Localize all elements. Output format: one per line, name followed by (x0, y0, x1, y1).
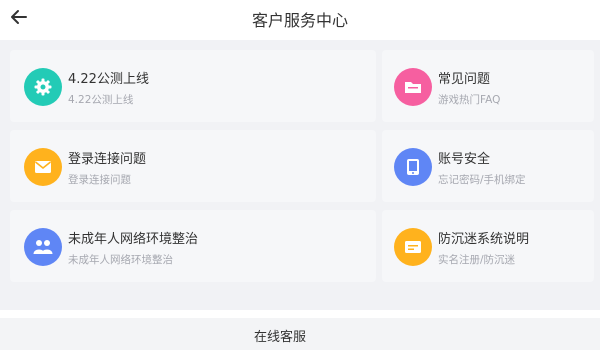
card-subtitle: 实名注册/防沉迷 (438, 254, 516, 266)
card-public-beta[interactable]: 4.22公测上线 4.22公测上线 (10, 50, 376, 122)
card-subtitle: 4.22公测上线 (68, 94, 134, 106)
service-panel: 4.22公测上线 4.22公测上线 常见问题 游戏热门FAQ 登录连接问题 登录… (0, 40, 600, 310)
mail-icon (24, 148, 62, 186)
card-title: 账号安全 (438, 152, 491, 167)
card-faq[interactable]: 常见问题 游戏热门FAQ (382, 50, 594, 122)
card-title: 未成年人网络环境整治 (68, 232, 199, 247)
top-bar: 客户服务中心 (0, 0, 600, 38)
folder-icon (394, 68, 432, 106)
card-title: 常见问题 (438, 72, 491, 87)
card-subtitle: 登录连接问题 (68, 174, 131, 186)
online-support-label: 在线客服 (253, 330, 306, 345)
card-minor-protection[interactable]: 未成年人网络环境整治 未成年人网络环境整治 (10, 210, 376, 282)
id-card-icon (394, 228, 432, 266)
card-subtitle: 忘记密码/手机绑定 (438, 174, 526, 186)
card-subtitle: 游戏热门FAQ (438, 94, 501, 106)
card-account-security[interactable]: 账号安全 忘记密码/手机绑定 (382, 130, 594, 202)
card-title: 防沉迷系统说明 (438, 232, 530, 247)
page-title: 客户服务中心 (251, 11, 348, 30)
gear-icon (24, 68, 62, 106)
card-title: 登录连接问题 (68, 152, 147, 167)
card-subtitle: 未成年人网络环境整治 (68, 254, 173, 266)
card-anti-addiction[interactable]: 防沉迷系统说明 实名注册/防沉迷 (382, 210, 594, 282)
card-title: 4.22公测上线 (68, 72, 149, 87)
tablet-icon (394, 148, 432, 186)
card-login-issues[interactable]: 登录连接问题 登录连接问题 (10, 130, 376, 202)
online-support-button[interactable]: 在线客服 (0, 318, 600, 350)
group-icon (24, 228, 62, 266)
